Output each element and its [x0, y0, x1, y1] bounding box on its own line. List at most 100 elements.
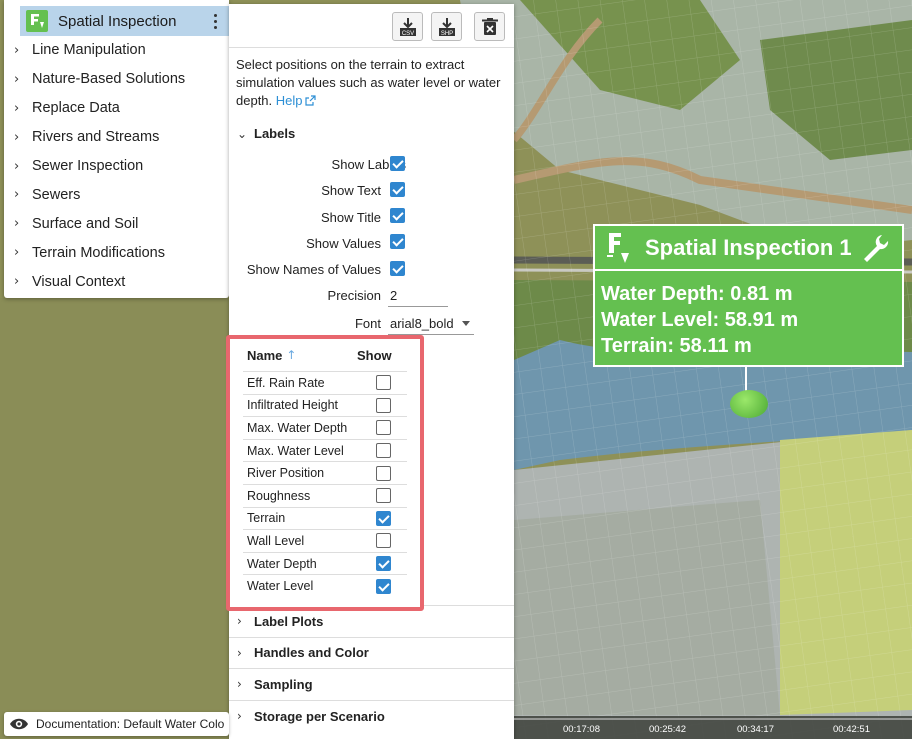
value-name: Terrain: [247, 511, 286, 526]
font-select-value: arial8_bold: [390, 316, 454, 331]
show-value-checkbox[interactable]: [376, 397, 391, 413]
precision-label: Precision: [327, 287, 381, 303]
show-values-label: Show Values: [306, 235, 381, 251]
chevron-right-icon: ›: [14, 158, 20, 174]
value-name: Water Depth: [247, 556, 317, 571]
name-column-label: Name: [247, 347, 283, 363]
tree-item[interactable]: › Rivers and Streams: [4, 123, 229, 152]
documentation-bar[interactable]: Documentation: Default Water Colo: [4, 712, 229, 736]
show-value-checkbox[interactable]: [376, 533, 391, 549]
show-text-label: Show Text: [321, 182, 381, 198]
show-value-checkbox[interactable]: [376, 443, 391, 459]
show-value-checkbox[interactable]: [376, 465, 391, 481]
show-cell: [370, 510, 407, 526]
show-values-checkbox[interactable]: [390, 234, 405, 249]
show-cell: [370, 533, 407, 549]
show-title-checkbox[interactable]: [390, 208, 405, 223]
tree-item-label: Terrain Modifications: [32, 244, 165, 261]
tree-item[interactable]: › Replace Data: [4, 94, 229, 123]
spatial-inspection-app-icon: [26, 10, 48, 32]
tree-item[interactable]: › Nature-Based Solutions: [4, 65, 229, 94]
documentation-label: Documentation: Default Water Colo: [36, 717, 225, 731]
tool-tree-panel: Spatial Inspection › Line Manipulation › Na…: [4, 0, 230, 298]
show-names-checkbox[interactable]: [390, 261, 405, 276]
tree-item[interactable]: › Terrain Modifications: [4, 238, 229, 267]
chevron-down-icon: ⌄: [237, 126, 248, 141]
show-labels-checkbox[interactable]: [390, 156, 405, 171]
collapsed-section-header[interactable]: › Sampling: [229, 668, 514, 700]
tree-list: › Line Manipulation › Nature-Based Solution…: [4, 36, 229, 296]
more-options-icon[interactable]: [204, 9, 226, 33]
value-name: Water Level: [247, 579, 314, 594]
delete-button[interactable]: [474, 12, 505, 41]
precision-row: Precision: [328, 285, 381, 305]
eye-icon[interactable]: [8, 717, 30, 731]
timeline-tick-label: 00:17:08: [563, 724, 600, 735]
font-select[interactable]: arial8_bold: [388, 313, 474, 335]
inspection-point-marker[interactable]: [730, 390, 768, 418]
table-row: Max. Water Depth: [243, 416, 407, 439]
chevron-right-icon: ›: [14, 274, 20, 290]
svg-text:CSV: CSV: [401, 31, 413, 37]
timeline-tick-label: 00:25:42: [649, 724, 686, 735]
tree-item[interactable]: › Visual Context: [4, 267, 229, 296]
svg-text:SHP: SHP: [440, 31, 452, 37]
show-text-checkbox[interactable]: [390, 182, 405, 197]
section-title: Storage per Scenario: [254, 708, 385, 724]
labels-section-header[interactable]: ⌄ Labels: [229, 118, 514, 149]
show-title-label: Show Title: [321, 209, 381, 225]
show-cell: [370, 443, 407, 459]
show-names-row: Show Names of Values: [247, 259, 381, 279]
show-cell: [370, 488, 407, 504]
table-body: Eff. Rain Rate Infiltrated Height Max. Wat…: [230, 371, 420, 597]
section-title: Handles and Color: [254, 645, 369, 661]
tree-item-label: Surface and Soil: [32, 215, 139, 232]
chevron-right-icon: ›: [237, 645, 242, 660]
name-column-header[interactable]: Name ↑: [230, 348, 357, 363]
timeline-tick-label: 00:42:51: [833, 724, 870, 735]
spatial-inspection-icon: [607, 232, 629, 263]
wrench-icon[interactable]: [860, 233, 890, 263]
section-title: Sampling: [254, 676, 313, 692]
download-csv-icon: CSV: [399, 17, 416, 37]
panel-toolbar: CSV SHP: [229, 4, 514, 48]
table-row: Terrain: [243, 506, 407, 530]
tree-item-spatial-inspection[interactable]: Spatial Inspection: [20, 6, 230, 36]
show-cell: [370, 375, 407, 391]
precision-input[interactable]: 2: [388, 285, 448, 307]
collapsed-section-header[interactable]: › Handles and Color: [229, 636, 514, 669]
show-value-checkbox[interactable]: [376, 375, 391, 391]
tree-item[interactable]: › Line Manipulation: [4, 36, 229, 65]
trash-icon: [481, 17, 498, 35]
value-name: Roughness: [247, 488, 311, 503]
show-value-checkbox[interactable]: [376, 556, 391, 572]
show-cell: [370, 578, 407, 594]
font-row: Font: [355, 313, 381, 333]
export-csv-button[interactable]: CSV: [392, 12, 423, 41]
show-value-checkbox[interactable]: [376, 488, 391, 504]
tree-item-label: Sewer Inspection: [32, 158, 144, 174]
collapsed-section-header[interactable]: › Storage per Scenario: [229, 699, 514, 732]
show-value-checkbox[interactable]: [376, 510, 391, 526]
callout-line: Terrain: 58.11 m: [601, 335, 752, 357]
show-value-checkbox[interactable]: [376, 420, 391, 436]
inspection-label-callout[interactable]: Spatial Inspection 1 Water Depth: 0.81 m…: [593, 224, 904, 367]
collapsed-sections: › Label Plots › Handles and Color › Sampling ›…: [229, 605, 514, 731]
callout-title-bar: Spatial Inspection 1: [595, 226, 902, 271]
section-title: Label Plots: [254, 613, 324, 629]
show-cell: [370, 556, 407, 572]
value-name: Max. Water Level: [247, 443, 344, 458]
tree-item-label: Spatial Inspection: [58, 12, 177, 30]
font-label: Font: [354, 315, 381, 331]
show-value-checkbox[interactable]: [376, 578, 391, 594]
export-shp-button[interactable]: SHP: [431, 12, 462, 41]
tree-item[interactable]: › Sewers: [4, 180, 229, 209]
timeline-bar[interactable]: 00:17:08 00:25:42 00:34:17 00:42:51: [514, 716, 912, 739]
show-cell: [370, 465, 407, 481]
tree-item-label: Line Manipulation: [32, 42, 146, 59]
tree-item[interactable]: › Sewer Inspection: [4, 152, 229, 181]
help-link[interactable]: Help: [276, 93, 316, 108]
chevron-right-icon: ›: [14, 216, 20, 232]
tree-item[interactable]: › Surface and Soil: [4, 209, 229, 238]
show-column-header: Show: [357, 347, 392, 363]
